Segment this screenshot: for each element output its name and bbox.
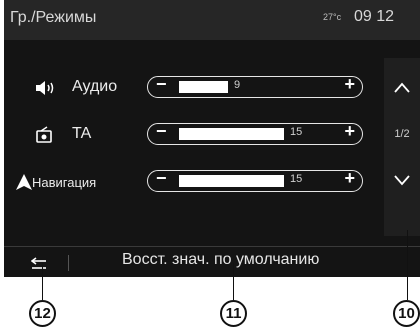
- speaker-icon: [36, 81, 54, 95]
- page-title: Гр./Режимы: [10, 9, 97, 26]
- temperature: 27°c: [323, 12, 342, 22]
- ta-value: 15: [290, 126, 303, 138]
- callout-11: 11: [220, 300, 247, 327]
- radio-icon: [36, 126, 52, 143]
- screen: Гр./Режимы 27°c 09 12 Аудио − 9 + TA − 1…: [4, 0, 420, 277]
- ta-level-fill: [179, 128, 284, 140]
- audio-value: 9: [234, 79, 241, 91]
- clock: 09 12: [354, 8, 395, 25]
- footer-bar: Восст. знач. по умолчанию: [4, 246, 420, 277]
- reset-defaults-button[interactable]: Восст. знач. по умолчанию: [122, 251, 319, 269]
- row-label-ta: TA: [72, 125, 92, 142]
- ta-increase-button[interactable]: +: [344, 121, 355, 142]
- audio-volume-stepper: − 9 +: [147, 74, 363, 98]
- callout-leader-10: [407, 230, 408, 300]
- navigation-increase-button[interactable]: +: [344, 168, 355, 189]
- ta-volume-stepper: − 15 +: [147, 121, 363, 145]
- ta-decrease-button[interactable]: −: [156, 121, 167, 142]
- callout-10: 10: [393, 300, 420, 327]
- footer-divider: [68, 255, 69, 271]
- navigation-decrease-button[interactable]: −: [156, 168, 167, 189]
- audio-increase-button[interactable]: +: [344, 74, 355, 95]
- navigation-value: 15: [290, 173, 303, 185]
- row-label-navigation: Навигация: [32, 175, 97, 190]
- header-bar: Гр./Режимы 27°c 09 12: [4, 0, 420, 40]
- volume-row-ta: TA − 15 +: [4, 120, 384, 150]
- page-indicator: 1/2: [394, 128, 410, 140]
- callout-leader-11: [233, 263, 234, 300]
- chevron-down-icon[interactable]: [393, 174, 411, 186]
- audio-decrease-button[interactable]: −: [156, 74, 167, 95]
- navigation-volume-stepper: − 15 +: [147, 168, 363, 192]
- row-label-audio: Аудио: [72, 78, 118, 95]
- audio-level-fill: [179, 81, 228, 93]
- chevron-up-icon[interactable]: [393, 82, 411, 94]
- page-scroller: 1/2: [384, 58, 420, 236]
- callout-leader-12: [42, 263, 43, 300]
- volume-row-navigation: Навигация − 15 +: [4, 167, 384, 197]
- callout-12: 12: [29, 300, 56, 327]
- back-arrow-icon[interactable]: [31, 256, 49, 270]
- volume-row-audio: Аудио − 9 +: [4, 73, 384, 103]
- navigation-level-fill: [179, 175, 284, 187]
